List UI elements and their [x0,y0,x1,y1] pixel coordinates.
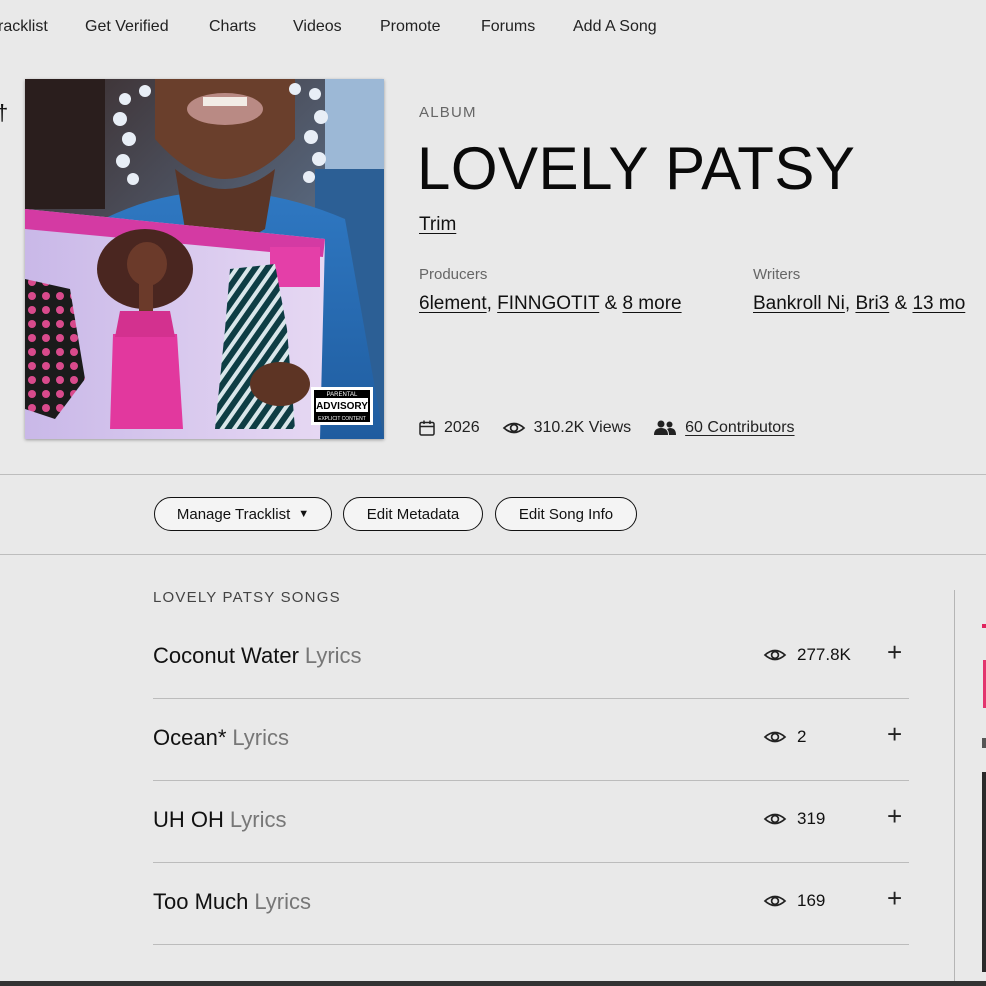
top-nav: racklist Get Verified Charts Videos Prom… [0,0,986,56]
header-divider [0,474,986,475]
calendar-icon [419,420,435,436]
writer-link-bankroll-ni[interactable]: Bankroll Ni [753,293,845,314]
song-title-link[interactable]: Ocean* Lyrics [153,725,289,751]
nav-item-videos[interactable]: Videos [293,18,342,36]
edit-song-info-button[interactable]: Edit Song Info [495,497,637,531]
song-views: 2 [763,727,806,747]
writer-link-bri3[interactable]: Bri3 [855,293,889,314]
svg-text:EXPLICIT CONTENT: EXPLICIT CONTENT [318,416,366,422]
window-bottom-edge [0,981,986,986]
contributors: 60 Contributors [653,419,795,437]
song-title-link[interactable]: Too Much Lyrics [153,889,311,915]
song-row[interactable]: UH OH Lyrics 319 + [153,781,909,863]
actions-divider [0,554,986,555]
artist-link[interactable]: Trim [419,214,456,236]
svg-text:ADVISORY: ADVISORY [316,401,368,412]
album-meta-row: 2026 310.2K Views 60 Contributors [418,416,817,440]
nav-item-charts[interactable]: Charts [209,18,256,36]
svg-text:PARENTAL: PARENTAL [327,392,358,398]
sidebar-text-edge [982,738,986,748]
song-views: 169 [763,891,825,911]
release-year: 2026 [418,419,480,437]
writers-list: Bankroll Ni, Bri3 & 13 mo [753,293,966,314]
plus-icon[interactable]: + [887,637,902,667]
producer-link-6lement[interactable]: 6lement [419,293,487,314]
producers-more-link[interactable]: 8 more [622,293,681,314]
producers-label: Producers [419,266,488,283]
caret-down-icon: ▼ [298,508,310,520]
album-cover-art: PARENTAL ADVISORY EXPLICIT CONTENT [25,79,384,439]
manage-tracklist-button[interactable]: Manage Tracklist ▼ [154,497,332,531]
manage-tracklist-label: Manage Tracklist [176,505,291,523]
logo-fragment-icon: † [0,100,8,126]
sidebar-image-edge [982,772,986,972]
song-views: 319 [763,809,825,829]
song-row[interactable]: Coconut Water Lyrics 277.8K + [153,617,909,699]
edit-metadata-button[interactable]: Edit Metadata [343,497,483,531]
parental-advisory-badge: PARENTAL ADVISORY EXPLICIT CONTENT [311,387,373,425]
plus-icon[interactable]: + [887,883,902,913]
nav-item-promote[interactable]: Promote [380,18,440,36]
sidebar-accent [982,624,986,628]
people-icon [654,420,677,435]
nav-item-forums[interactable]: Forums [481,18,535,36]
album-cover: PARENTAL ADVISORY EXPLICIT CONTENT [25,79,384,439]
contributors-link[interactable]: 60 Contributors [685,419,794,437]
producer-link-finngotit[interactable]: FINNGOTIT [497,293,599,314]
album-views: 310.2K Views [502,419,632,437]
eye-icon [763,731,787,743]
album-title: LOVELY PATSY [417,135,856,202]
nav-item-tracklist[interactable]: racklist [0,18,48,36]
song-title-link[interactable]: UH OH Lyrics [153,807,287,833]
song-row[interactable]: Ocean* Lyrics 2 + [153,699,909,781]
edit-metadata-label: Edit Metadata [366,505,460,523]
eye-icon [502,422,525,434]
nav-item-get-verified[interactable]: Get Verified [85,18,169,36]
songs-heading: LOVELY PATSY SONGS [153,589,341,606]
song-row[interactable]: Too Much Lyrics 169 + [153,863,909,945]
eye-icon [763,649,787,661]
sidebar-divider [954,590,955,986]
album-kind-label: ALBUM [419,104,477,121]
producers-list: 6lement, FINNGOTIT & 8 more [419,293,682,314]
album-views-text: 310.2K Views [533,419,632,436]
nav-item-add-a-song[interactable]: Add A Song [573,18,657,36]
writers-more-link[interactable]: 13 mo [912,293,965,314]
eye-icon [763,895,787,907]
release-year-text: 2026 [444,419,480,436]
plus-icon[interactable]: + [887,719,902,749]
song-title-link[interactable]: Coconut Water Lyrics [153,643,362,669]
writers-label: Writers [753,266,801,283]
plus-icon[interactable]: + [887,801,902,831]
edit-song-info-label: Edit Song Info [518,505,614,523]
eye-icon [763,813,787,825]
song-views: 277.8K [763,645,851,665]
